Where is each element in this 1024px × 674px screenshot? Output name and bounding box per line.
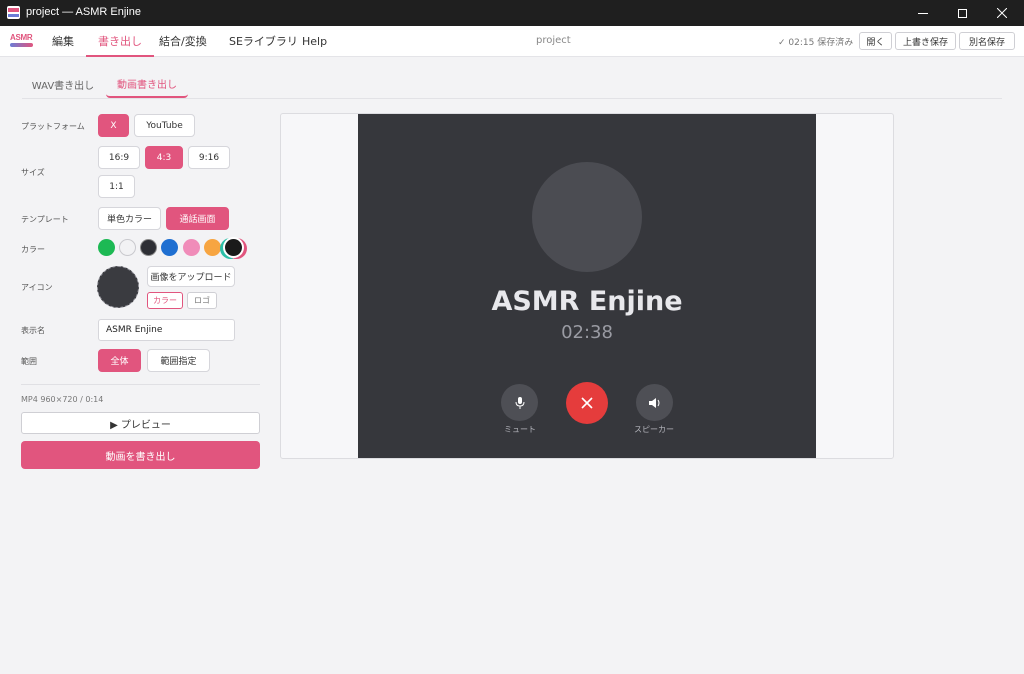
platform-x-option[interactable]: X bbox=[98, 114, 129, 137]
close-window-button[interactable] bbox=[982, 0, 1022, 26]
range-custom-option[interactable]: 範囲指定 bbox=[147, 349, 210, 372]
color-label: カラー bbox=[21, 245, 45, 254]
project-name: project bbox=[536, 35, 571, 46]
window-title: project — ASMR Enjine bbox=[26, 6, 141, 18]
tab-wav-export[interactable]: WAV書き出し bbox=[26, 71, 100, 98]
menu-item-export[interactable]: 書き出し bbox=[86, 26, 154, 57]
icon-mode-color-option[interactable]: カラー bbox=[147, 292, 183, 309]
close-icon bbox=[997, 8, 1007, 18]
open-button[interactable]: 開く bbox=[859, 32, 892, 50]
icon-preview-avatar[interactable] bbox=[97, 266, 139, 308]
icon-label: アイコン bbox=[21, 283, 53, 292]
color-swatch-white[interactable] bbox=[119, 239, 136, 256]
range-all-option[interactable]: 全体 bbox=[98, 349, 141, 372]
color-swatch-blue[interactable] bbox=[161, 239, 178, 256]
upload-image-button[interactable]: 画像をアップロード bbox=[147, 266, 235, 287]
app-icon bbox=[7, 6, 20, 19]
color-swatch-pink[interactable] bbox=[183, 239, 200, 256]
overwrite-save-button[interactable]: 上書き保存 bbox=[895, 32, 956, 50]
speaker-label: スピーカー bbox=[634, 425, 674, 434]
minimize-icon bbox=[918, 12, 928, 14]
caller-name: ASMR Enjine bbox=[491, 286, 683, 317]
menu-bar: ASMR 編集 書き出し 結合/変換 SEライブラリ Help project … bbox=[0, 26, 1024, 57]
size-4-3-option[interactable]: 4:3 bbox=[145, 146, 183, 169]
logo-text: ASMR bbox=[10, 33, 33, 42]
size-label: サイズ bbox=[21, 168, 45, 177]
save-as-button[interactable]: 別名保存 bbox=[959, 32, 1015, 50]
size-16-9-option[interactable]: 16:9 bbox=[98, 146, 140, 169]
export-video-button[interactable]: 動画を書き出し bbox=[21, 441, 260, 469]
menu-item-merge-convert[interactable]: 結合/変換 bbox=[159, 26, 207, 57]
display-name-label: 表示名 bbox=[21, 326, 45, 335]
maximize-icon bbox=[957, 8, 967, 18]
minimize-button[interactable] bbox=[903, 0, 943, 26]
mute-label: ミュート bbox=[504, 425, 536, 434]
app-logo: ASMR bbox=[10, 34, 33, 50]
menu-item-se-library[interactable]: SEライブラリ bbox=[229, 26, 298, 57]
size-1-1-option[interactable]: 1:1 bbox=[98, 175, 135, 198]
save-status: ✓ 02:15 保存済み bbox=[778, 38, 854, 48]
preview-button[interactable]: ▶ プレビュー bbox=[21, 412, 260, 434]
template-label: テンプレート bbox=[21, 215, 69, 224]
size-9-16-option[interactable]: 9:16 bbox=[188, 146, 230, 169]
tab-divider bbox=[22, 98, 1002, 99]
logo-wave bbox=[10, 43, 33, 47]
template-call-screen-option[interactable]: 通話画面 bbox=[166, 207, 229, 230]
color-swatch-green[interactable] bbox=[98, 239, 115, 256]
color-swatch-black[interactable] bbox=[225, 239, 242, 256]
speaker-icon bbox=[648, 397, 659, 408]
maximize-button[interactable] bbox=[942, 0, 982, 26]
menu-item-help[interactable]: Help bbox=[302, 26, 327, 57]
call-elapsed-time: 02:38 bbox=[561, 322, 613, 343]
window-titlebar: project — ASMR Enjine bbox=[0, 0, 1024, 26]
microphone-icon bbox=[515, 396, 524, 409]
color-swatch-dark[interactable] bbox=[140, 239, 157, 256]
display-name-input[interactable] bbox=[98, 319, 235, 341]
close-icon bbox=[581, 397, 593, 409]
platform-youtube-option[interactable]: YouTube bbox=[134, 114, 195, 137]
color-swatch-orange[interactable] bbox=[204, 239, 221, 256]
range-label: 範囲 bbox=[21, 357, 37, 366]
speaker-control bbox=[636, 384, 673, 421]
icon-mode-logo-option[interactable]: ロゴ bbox=[187, 292, 217, 309]
hangup-control bbox=[566, 382, 608, 424]
caller-avatar bbox=[532, 162, 642, 272]
template-solid-color-option[interactable]: 単色カラー bbox=[98, 207, 161, 230]
output-meta: MP4 960×720 / 0:14 bbox=[21, 395, 104, 404]
form-divider bbox=[21, 384, 260, 385]
mute-control bbox=[501, 384, 538, 421]
platform-label: プラットフォーム bbox=[21, 122, 85, 131]
tab-video-export[interactable]: 動画書き出し bbox=[106, 71, 188, 98]
call-screen-preview: ASMR Enjine 02:38 ミュート スピーカー bbox=[358, 114, 816, 458]
menu-item-edit[interactable]: 編集 bbox=[52, 26, 74, 57]
